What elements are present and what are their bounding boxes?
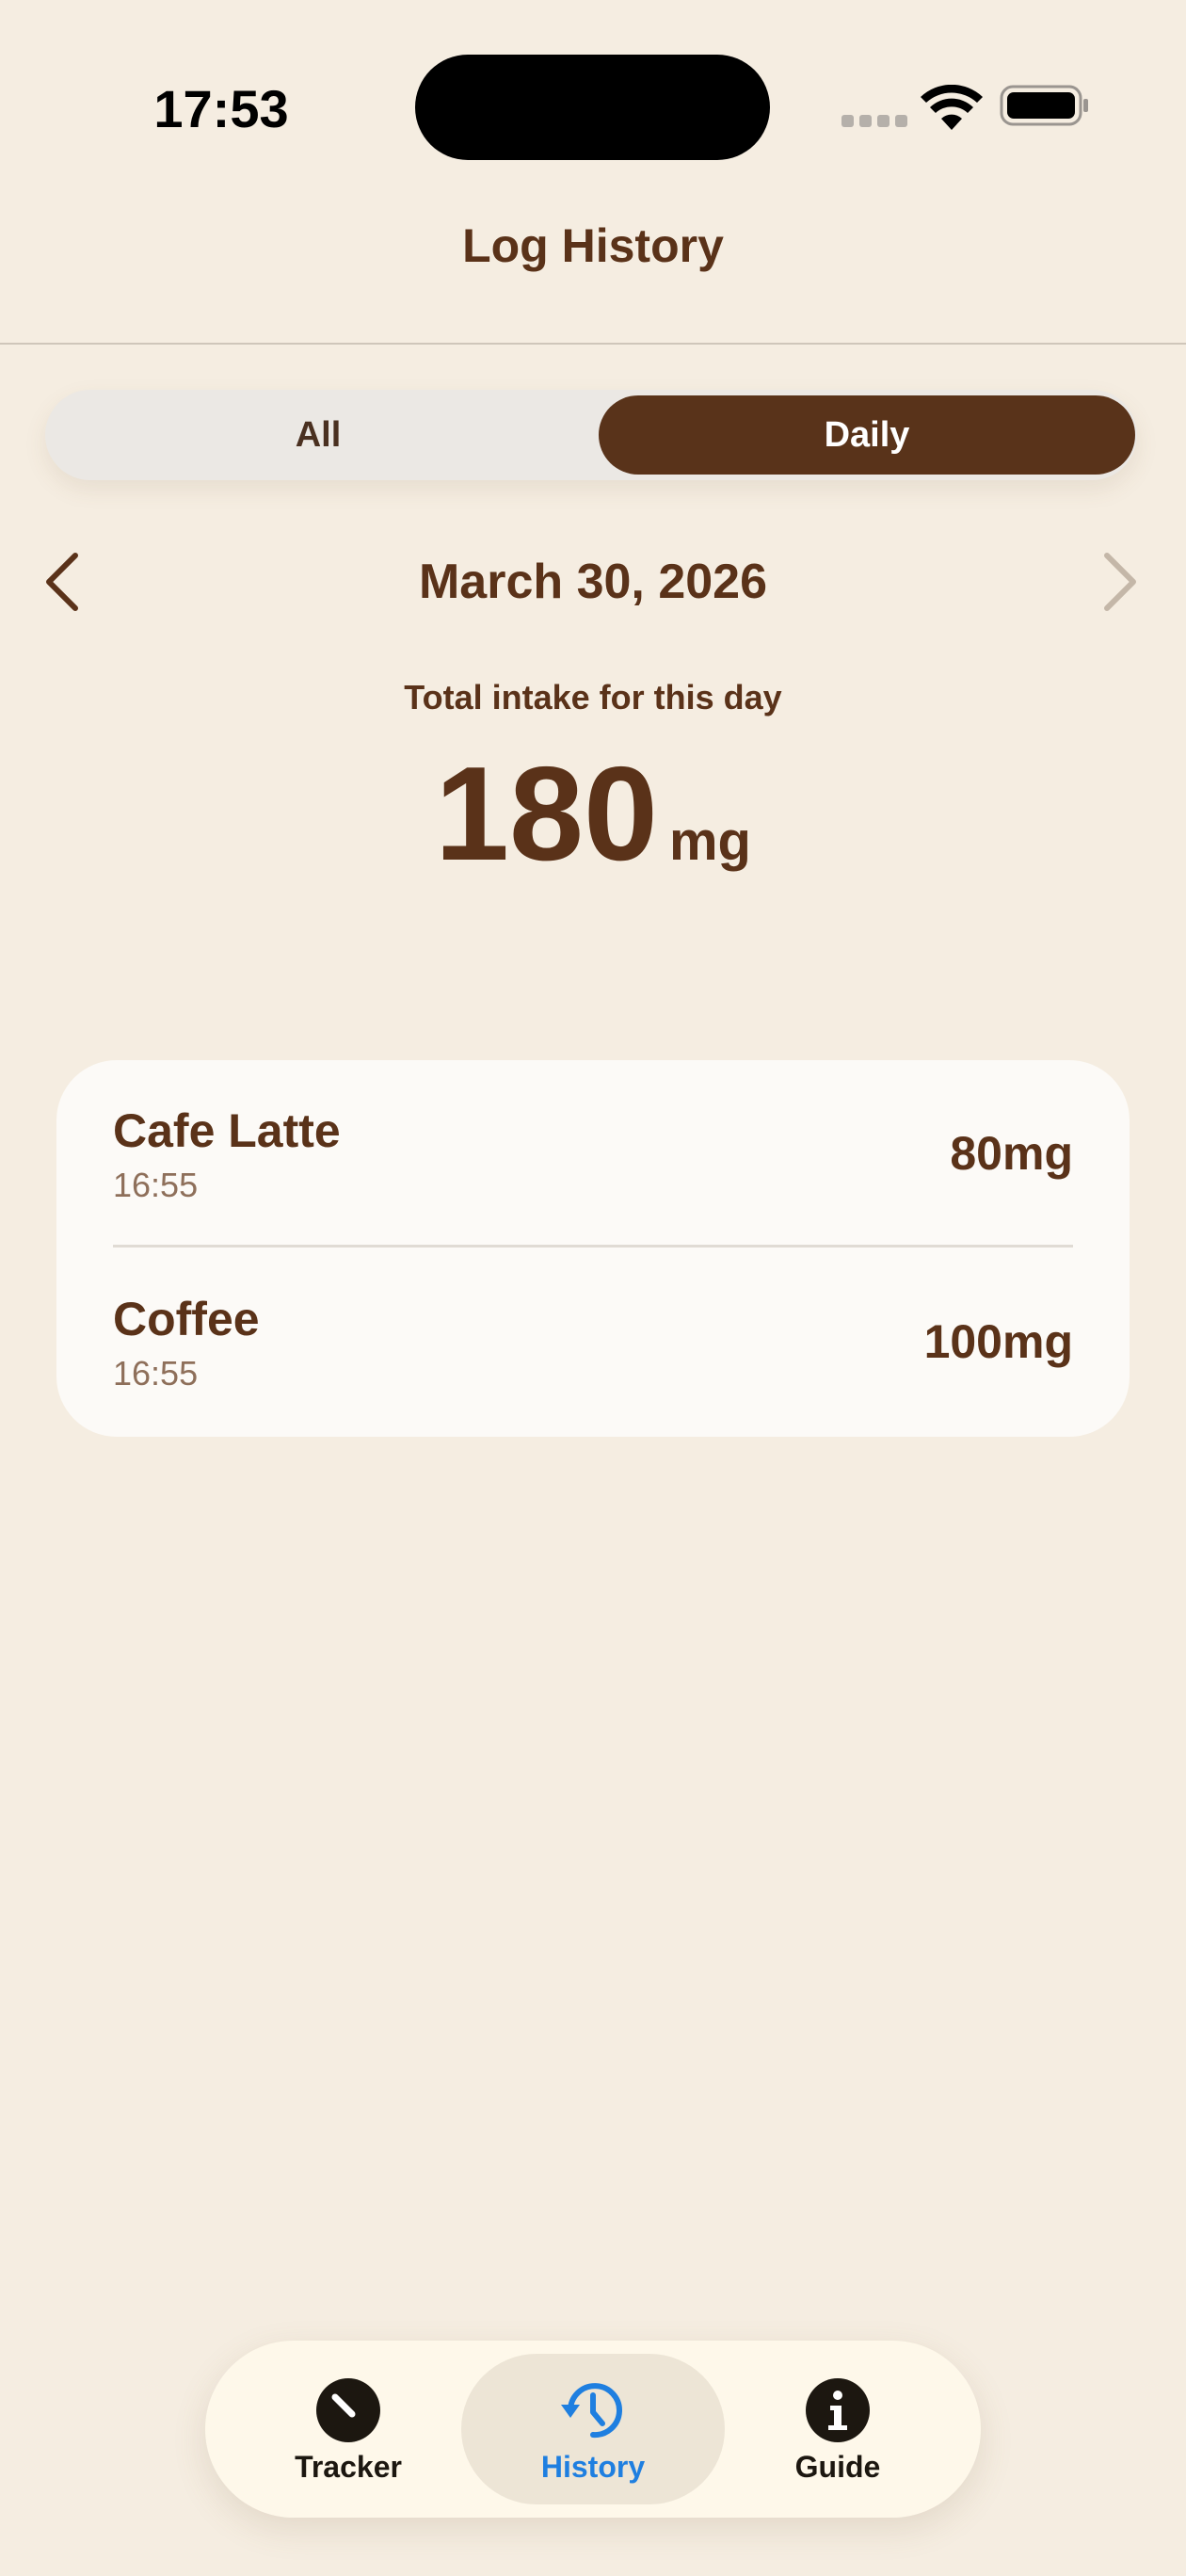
entry-name: Coffee — [113, 1293, 260, 1345]
entries-card: Cafe Latte 16:55 80mg Coffee 16:55 100mg — [56, 1060, 1130, 1437]
segment-daily[interactable]: Daily — [599, 395, 1135, 475]
tab-bar: Tracker History Guide — [205, 2341, 981, 2518]
list-item[interactable]: Coffee 16:55 100mg — [56, 1248, 1130, 1437]
total-value: 180 — [435, 739, 658, 889]
entry-amount: 100mg — [923, 1315, 1073, 1368]
tab-history[interactable]: History — [461, 2341, 725, 2518]
header-divider — [0, 343, 1186, 345]
tab-label: History — [540, 2450, 646, 2484]
tab-tracker[interactable]: Tracker — [216, 2341, 480, 2518]
entry-time: 16:55 — [113, 1166, 199, 1204]
chevron-left-icon[interactable] — [34, 544, 90, 620]
tab-label: Guide — [794, 2450, 881, 2484]
entry-name: Cafe Latte — [113, 1104, 341, 1157]
date-title: March 30, 2026 — [418, 555, 768, 609]
list-item[interactable]: Cafe Latte 16:55 80mg — [56, 1060, 1130, 1248]
total-label: Total intake for this day — [404, 678, 782, 716]
cellular-signal-icon — [841, 115, 907, 128]
page-title: Log History — [462, 219, 724, 272]
info-icon — [806, 2378, 870, 2442]
dynamic-island — [415, 55, 770, 160]
total-intake: 180 mg — [0, 744, 1186, 885]
tab-label: Tracker — [295, 2450, 402, 2484]
entry-amount: 80mg — [950, 1127, 1073, 1180]
wifi-icon — [921, 85, 983, 130]
tab-guide[interactable]: Guide — [706, 2341, 970, 2518]
history-clock-icon — [561, 2383, 622, 2439]
entry-time: 16:55 — [113, 1354, 199, 1393]
battery-icon — [1000, 85, 1088, 126]
status-time: 17:53 — [153, 79, 289, 138]
chevron-right-icon[interactable] — [1092, 544, 1148, 620]
gauge-icon — [316, 2378, 380, 2442]
total-unit: mg — [668, 811, 751, 872]
segment-all[interactable]: All — [45, 390, 591, 480]
entry-divider — [113, 1245, 1073, 1248]
